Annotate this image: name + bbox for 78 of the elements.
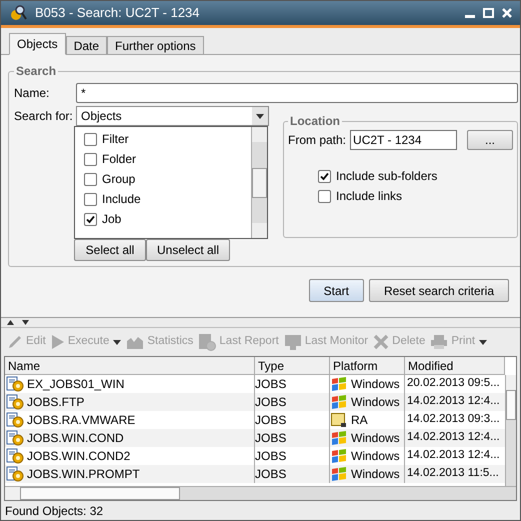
object-name: JOBS.FTP: [27, 394, 84, 411]
tab[interactable]: Objects: [9, 33, 66, 55]
table-cell-text: 14.02.2013 12:4...: [406, 430, 501, 446]
windows-flag-icon: [331, 394, 347, 410]
checkbox[interactable]: [318, 170, 331, 182]
checkbox[interactable]: [84, 152, 97, 166]
collapse-down-icon[interactable]: [22, 320, 29, 325]
table-cell-text: 14.02.2013 12:4...: [406, 394, 501, 410]
windows-flag-icon: [331, 448, 347, 464]
checkbox-label: Filter: [102, 131, 129, 148]
check-icon: [86, 214, 95, 224]
object-name: JOBS.WIN.COND: [27, 430, 124, 447]
platform-name: Windows: [351, 466, 400, 483]
column-header[interactable]: Name: [5, 357, 255, 374]
play-icon: [50, 334, 65, 350]
tab[interactable]: Further options: [107, 36, 204, 55]
checkbox-label: Group: [102, 171, 136, 188]
column-header[interactable]: Type: [255, 357, 330, 374]
checkbox[interactable]: [84, 132, 97, 146]
table-cell-text: 20.02.2013 09:5...: [406, 376, 501, 392]
collapse-up-icon[interactable]: [7, 320, 14, 325]
platform-name: Windows: [351, 430, 400, 447]
field-label: Name:: [14, 85, 50, 102]
table-cell-text: 14.02.2013 09:3...: [406, 412, 501, 428]
table-cell-text: 14.02.2013 12:4...: [406, 448, 501, 464]
adapter-icon: [331, 412, 347, 428]
field-label: From path:: [288, 132, 346, 149]
checkbox[interactable]: [318, 190, 331, 202]
unselect-all-button[interactable]: Unselect all: [146, 239, 230, 261]
platform-name: Windows: [351, 376, 400, 393]
horizontal-scrollbar[interactable]: [5, 486, 516, 500]
checkbox-label: Include sub-folders: [336, 168, 438, 185]
group-title: Search: [15, 63, 58, 80]
document-clock-icon: [198, 333, 216, 351]
status-text: Found Objects: 32: [5, 502, 104, 520]
check-icon: [320, 172, 329, 180]
object-name: JOBS.WIN.PROMPT: [27, 466, 140, 483]
field-label: Search for:: [14, 108, 74, 125]
object-name: EX_JOBS01_WIN: [27, 376, 124, 393]
name-field[interactable]: *: [76, 83, 518, 103]
windows-flag-icon: [331, 430, 347, 446]
object-name: JOBS.RA.VMWARE: [27, 412, 136, 429]
platform-name: RA: [351, 412, 368, 429]
printer-icon: [430, 334, 448, 350]
start-button[interactable]: Start: [308, 279, 364, 302]
windows-flag-icon: [331, 376, 347, 392]
object-name: JOBS.WIN.COND2: [27, 448, 130, 465]
scrollbar[interactable]: [251, 127, 267, 238]
column-header[interactable]: Modified: [405, 357, 505, 374]
monitor-icon: [284, 334, 302, 350]
checkbox[interactable]: [84, 212, 97, 226]
checkbox[interactable]: [84, 172, 97, 186]
tab[interactable]: Date: [66, 36, 108, 55]
table-cell-text: 14.02.2013 11:5...: [406, 466, 500, 482]
table-cell: JOBS: [255, 465, 330, 483]
checkbox-label: Include: [102, 191, 141, 208]
path-field[interactable]: UC2T - 1234: [350, 130, 458, 150]
group-title: Location: [289, 113, 341, 130]
checkbox-label: Include links: [336, 188, 402, 205]
delete-icon: [373, 334, 390, 350]
browse-button[interactable]: ...: [467, 130, 514, 150]
select-all-button[interactable]: Select all: [74, 239, 146, 261]
checkbox[interactable]: [84, 192, 97, 206]
vertical-scrollbar[interactable]: [505, 375, 516, 486]
search-for-dropdown[interactable]: Objects: [76, 106, 269, 126]
pencil-icon: [7, 334, 23, 350]
reset-button[interactable]: Reset search criteria: [368, 279, 509, 302]
close-icon[interactable]: [502, 8, 512, 18]
chart-icon: [126, 335, 144, 349]
checkbox-label: Folder: [102, 151, 136, 168]
windows-flag-icon: [331, 466, 347, 482]
platform-name: Windows: [351, 448, 400, 465]
maximize-icon[interactable]: [483, 8, 494, 18]
checkbox-label: Job: [102, 211, 122, 228]
search-gear-icon: [9, 4, 27, 22]
column-header[interactable]: Platform: [330, 357, 405, 374]
window-title: B053 - Search: UC2T - 1234: [35, 4, 200, 22]
platform-name: Windows: [351, 394, 400, 411]
